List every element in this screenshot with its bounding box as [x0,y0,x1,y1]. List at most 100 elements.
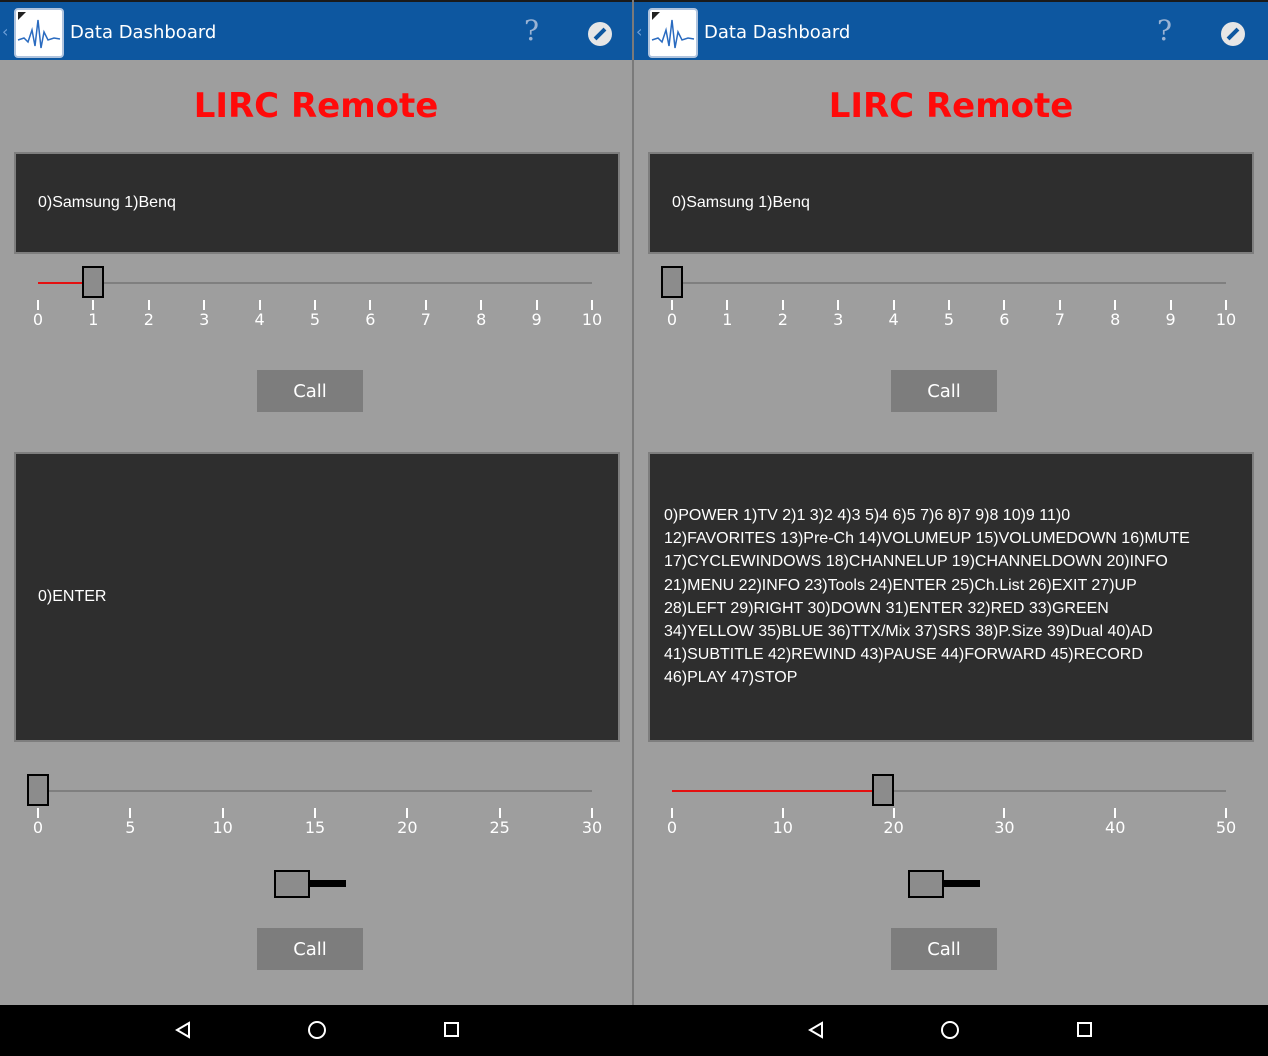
slider-tick-label: 20 [397,818,418,837]
slider-tick-label: 1 [722,310,733,329]
slider-tick-label: 8 [476,310,487,329]
device-panel: 0)Samsung 1)Benq [14,152,620,254]
recents-icon[interactable] [444,1022,459,1037]
slider-track[interactable] [38,790,592,792]
slider-tick [671,300,673,310]
slider-tick-label: 4 [888,310,899,329]
slider-tick [258,300,261,310]
slider-tick [369,300,372,310]
slider-tick-label: 7 [420,310,431,329]
slider-track[interactable] [672,282,1226,284]
plug-toggle-icon[interactable] [908,870,980,898]
command-slider[interactable]: 0 10 20 30 40 50 [667,774,1236,850]
slider-tick [92,300,95,310]
slider-fill [672,790,883,792]
app-title: Data Dashboard [70,22,217,43]
slider-tick-label: 10 [1215,310,1237,329]
slider-tick [535,300,538,310]
slider-tick-label: 0 [32,310,44,329]
command-panel: 0)POWER 1)TV 2)1 3)2 4)3 5)4 6)5 7)6 8)7… [648,452,1254,742]
slider-tick [837,300,840,310]
slider-tick [591,808,593,818]
app-icon[interactable] [14,8,64,58]
home-icon[interactable] [941,1021,959,1039]
page-title: LIRC Remote [193,86,439,126]
slider-tick [147,300,150,310]
help-icon[interactable]: ? [524,14,539,47]
device-list-text: 0)Samsung 1)Benq [38,194,176,211]
device-slider[interactable]: 0 1 2 3 4 5 6 7 8 9 10 [33,266,602,342]
slider-tick [1003,300,1006,310]
slider-tick-label: 2 [143,310,154,329]
slider-tick-label: 15 [304,818,326,837]
call-device-button[interactable]: Call [257,370,363,412]
slider-tick-label: 30 [581,818,603,837]
command-list-text: 0)ENTER [38,588,107,605]
slider-tick [498,808,501,818]
slider-tick-label: 40 [1105,818,1126,837]
slider-tick-label: 0 [32,818,44,837]
recents-icon[interactable] [1077,1022,1092,1037]
slider-tick [424,300,427,310]
slider-tick [726,300,729,310]
app-icon[interactable] [648,8,698,58]
slider-tick-label: 25 [489,818,510,837]
back-icon[interactable] [174,1021,192,1039]
slider-tick [1169,300,1172,310]
back-icon[interactable] [807,1021,825,1039]
back-chevron-icon[interactable]: ‹ [2,22,8,41]
slider-tick-label: 6 [999,310,1010,329]
slider-tick-label: 5 [309,310,321,329]
slider-tick-label: 3 [199,310,210,329]
slider-tick-label: 9 [531,310,542,329]
slider-tick [948,300,950,310]
slider-tick [406,808,409,818]
slider-tick-label: 2 [777,310,788,329]
slider-tick [203,300,206,310]
edit-icon[interactable] [1221,22,1245,46]
slider-tick [221,808,224,818]
slider-tick [781,808,784,818]
device-slider[interactable]: 0 1 2 3 4 5 6 7 8 9 10 [661,266,1236,342]
command-panel: 0)ENTER [14,452,620,742]
slider-tick-label: 50 [1215,818,1237,837]
slider-tick-label: 3 [833,310,844,329]
home-icon[interactable] [308,1021,326,1039]
slider-tick-label: 20 [883,818,904,837]
slider-tick-label: 10 [581,310,603,329]
app-title: Data Dashboard [704,22,851,43]
slider-tick [37,808,39,818]
app-bar: ‹ Data Dashboard ? [0,0,632,60]
page-title: LIRC Remote [828,86,1074,126]
plug-toggle-icon[interactable] [274,870,346,898]
system-nav-bar [0,1005,1268,1056]
slider-tick [1003,808,1006,818]
back-chevron-icon[interactable]: ‹ [636,22,642,41]
command-slider[interactable]: 0 5 10 15 20 25 30 [27,774,602,850]
slider-tick-label: 1 [88,310,99,329]
slider-thumb[interactable] [871,774,894,806]
slider-tick [480,300,483,310]
slider-tick-label: 30 [994,818,1015,837]
slider-tick-label: 5 [125,818,136,837]
slider-tick [1225,300,1227,310]
slider-tick-label: 0 [666,818,678,837]
help-icon[interactable]: ? [1157,14,1172,47]
slider-thumb[interactable] [27,774,49,806]
app-bar: ‹ Data Dashboard ? [634,0,1268,60]
edit-icon[interactable] [588,22,612,46]
slider-track[interactable] [38,282,592,284]
slider-tick-label: 8 [1110,310,1121,329]
slider-tick [591,300,593,310]
slider-tick [892,808,895,818]
device-list-text: 0)Samsung 1)Benq [672,194,810,211]
slider-tick [1058,300,1061,310]
slider-tick-label: 6 [365,310,376,329]
slider-tick [671,808,673,818]
slider-tick-label: 4 [254,310,265,329]
call-device-button[interactable]: Call [891,370,997,412]
call-command-button[interactable]: Call [891,928,997,970]
slider-thumb[interactable] [661,266,683,298]
slider-thumb[interactable] [82,266,105,298]
call-command-button[interactable]: Call [257,928,363,970]
